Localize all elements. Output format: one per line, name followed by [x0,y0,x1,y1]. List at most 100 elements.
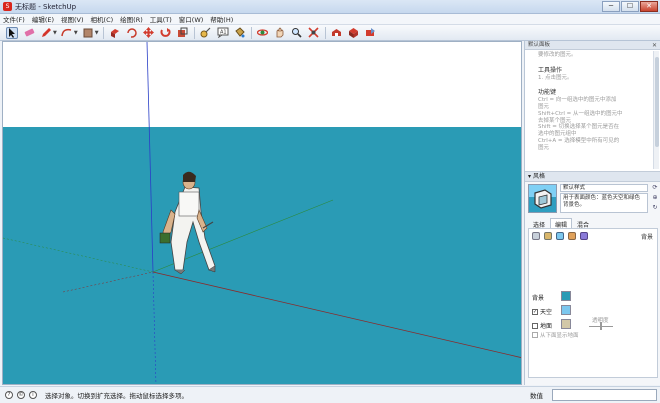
chevron-down-icon[interactable]: ▼ [95,30,99,36]
instructor-panel: 要修改的图元。 工具操作 1. 点击图元。 功能键 Ctrl = 向一组选中的图… [525,50,660,172]
main-toolbar: ▼ ▼ ▼ A1 [0,25,660,41]
show-ground-from-below-row: 从下面显示地面 [532,331,579,339]
menu-tools[interactable]: 工具(T) [150,14,172,24]
background-color-swatch[interactable] [561,291,571,301]
close-icon[interactable]: ✕ [652,41,657,50]
text-icon[interactable]: A1 [217,27,229,39]
sketchup-logo-icon: S [3,2,12,11]
move-icon[interactable] [143,27,155,39]
title-bar: S 无标题 - SketchUp ─ ☐ ✕ [0,0,660,14]
paint-bucket-icon[interactable] [234,27,246,39]
drawing-viewport[interactable] [2,41,522,385]
instructor-line: Ctrl+A = 选择模型中所有可见的 [538,137,620,144]
collapse-arrow-icon: ▾ [528,173,532,180]
window-title: 无标题 - SketchUp [15,2,77,11]
styles-header-label: 风格 [532,173,545,180]
sky-color-swatch[interactable] [561,305,571,315]
pencil-icon[interactable] [40,27,52,39]
tape-measure-icon[interactable] [200,27,212,39]
background-section-label: 背景 [640,234,653,241]
status-bar: ? © i 选择对象。切换到扩充选择。拖动鼠标选择多项。 数值 [0,386,660,403]
sky-checkbox[interactable]: ✓ [532,308,538,315]
edge-settings-icon[interactable] [532,232,540,240]
menu-draw[interactable]: 绘图(R) [120,14,143,24]
menu-file[interactable]: 文件(F) [3,14,25,24]
menu-view[interactable]: 视图(V) [61,14,84,24]
pan-icon[interactable] [274,27,286,39]
ground-color-swatch[interactable] [561,319,571,329]
instructor-line: 选中的图元组中 [538,131,577,138]
select-icon[interactable] [6,26,18,39]
zoom-extents-icon[interactable] [308,27,320,39]
ground-plane [3,127,521,384]
instructor-scrollbar[interactable] [653,51,659,169]
background-row-label: 背景 [532,295,545,302]
instructor-line: Shift+Ctrl = 从一组选中的图元中 [538,110,623,117]
scene-canvas[interactable] [3,42,522,385]
rectangle-icon[interactable] [82,27,94,39]
measurements-label: 数值 [530,392,543,400]
tray-title-text: 默认面板 [528,42,551,48]
minimize-button[interactable]: ─ [602,1,620,12]
zoom-icon[interactable] [291,27,303,39]
ground-row-label: 地面 [540,323,553,330]
close-button[interactable]: ✕ [640,1,658,12]
arc-icon[interactable] [61,27,73,39]
menu-bar: 文件(F) 编辑(E) 视图(V) 相机(C) 绘图(R) 工具(T) 窗口(W… [0,14,660,25]
modeling-settings-icon[interactable] [580,232,588,240]
styles-panel-header[interactable]: ▾ 风格 [525,172,660,182]
menu-camera[interactable]: 相机(C) [91,14,114,24]
style-side-icons: ⟳ ⊕ ↻ [651,184,659,212]
face-settings-icon[interactable] [544,232,552,240]
sky-row: ✓ 天空 [532,307,552,316]
background-settings-icon[interactable] [556,232,564,240]
edit-settings-area: 背景 背景 ✓ 天空 地面 透明度 从下面显示地面 [528,228,658,378]
share-icon[interactable] [365,27,377,39]
default-tray: 默认面板 ✕ 要修改的图元。 工具操作 1. 点击图元。 功能键 Ctrl = … [524,41,660,385]
menu-edit[interactable]: 编辑(E) [32,14,54,24]
follow-me-icon[interactable] [160,27,172,39]
extension-icon[interactable] [348,27,360,39]
toolbar-separator [193,26,195,39]
style-thumbnail-icon [534,189,552,209]
help-icon[interactable]: i [29,391,37,399]
ground-checkbox[interactable] [532,322,538,329]
window-controls: ─ ☐ ✕ [602,1,658,12]
instructor-section-heading: 工具操作 [538,66,563,74]
menu-help[interactable]: 帮助(H) [210,14,233,24]
style-name-field[interactable]: 默认样式 [560,184,648,192]
toolbar-separator [250,26,252,39]
geolocation-icon[interactable]: ? [5,391,13,399]
orbit-icon[interactable] [257,27,269,39]
chevron-down-icon[interactable]: ▼ [53,30,57,36]
tray-title: 默认面板 ✕ [525,41,660,50]
edit-category-icons [532,232,588,240]
eraser-icon[interactable] [23,27,35,39]
update-style-icon[interactable]: ⟳ [651,184,659,192]
instructor-line: 图元 [538,103,550,110]
maximize-button[interactable]: ☐ [621,1,639,12]
menu-window[interactable]: 窗口(W) [179,14,204,24]
instructor-intro: 要修改的图元。 [538,52,577,58]
warehouse-icon[interactable] [331,27,343,39]
show-ground-from-below-checkbox[interactable] [532,332,538,338]
background-row: 背景 [532,293,544,302]
svg-text:A1: A1 [220,30,227,36]
sky-row-label: 天空 [540,309,553,316]
style-thumbnail[interactable] [528,184,557,213]
refresh-icon[interactable]: ↻ [651,204,659,212]
opacity-slider-thumb[interactable] [600,322,602,330]
chevron-down-icon[interactable]: ▼ [74,30,78,36]
measurements-input[interactable] [552,389,657,401]
instructor-line: 1. 点击图元。 [538,74,573,81]
scrollbar-thumb[interactable] [655,57,659,147]
watermark-settings-icon[interactable] [568,232,576,240]
ground-row: 地面 [532,321,552,330]
push-pull-icon[interactable] [109,27,121,39]
scale-icon[interactable] [177,27,189,39]
show-ground-from-below-label: 从下面显示地面 [540,333,579,339]
style-description-field[interactable]: 用于表面颜色：蓝色天空和绿色背景色。 [560,193,648,213]
create-style-icon[interactable]: ⊕ [651,194,659,202]
rotate-icon[interactable] [126,27,138,39]
credits-icon[interactable]: © [17,391,25,399]
